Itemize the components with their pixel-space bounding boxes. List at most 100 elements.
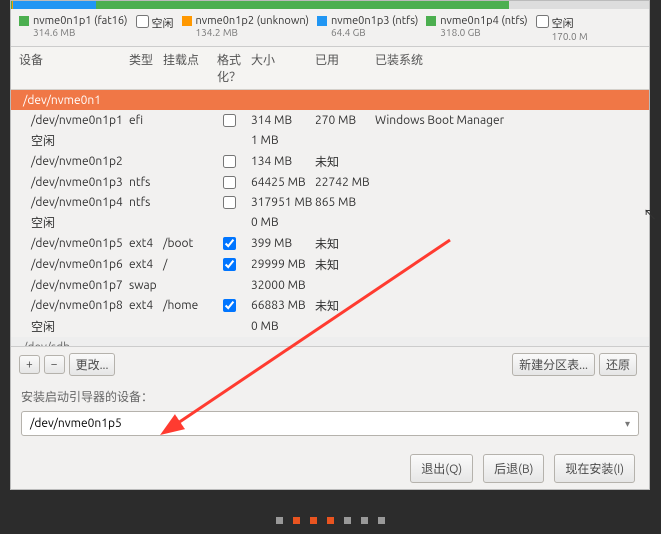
partition-legend: nvme0n1p1 (fat16)314.6 MB 空闲 nvme0n1p2 (un… [11, 9, 649, 46]
legend-free: 空闲170.0 M [536, 15, 588, 42]
cell-mount: / [163, 258, 207, 271]
table-row[interactable]: /dev/nvme0n1p3ntfs 64425 MB22742 MB [11, 172, 649, 192]
legend-item: nvme0n1p4 (ntfs)318.0 GB [426, 15, 527, 42]
cell-format [207, 114, 251, 127]
cell-format [207, 237, 251, 250]
legend-item: nvme0n1p1 (fat16)314.6 MB [19, 15, 128, 42]
header-type: 类型 [129, 51, 163, 85]
cell-used: 未知 [315, 256, 375, 273]
cell-device: /dev/nvme0n1p6 [19, 258, 129, 271]
format-checkbox[interactable] [223, 237, 236, 250]
cell-device: /dev/nvme0n1p8 [19, 299, 129, 312]
table-row[interactable]: /dev/nvme0n1 [11, 90, 649, 110]
cell-format [207, 196, 251, 209]
remove-partition-button[interactable]: − [44, 355, 65, 374]
format-checkbox[interactable] [223, 114, 236, 127]
install-now-button[interactable]: 现在安装(I) [554, 454, 635, 483]
cell-type: ext4 [129, 299, 163, 312]
header-device: 设备 [19, 51, 129, 85]
header-used: 已用 [315, 51, 375, 85]
cell-used: 270 MB [315, 114, 375, 127]
table-row[interactable]: /dev/nvme0n1p1efi314 MB270 MBWindows Boo… [11, 110, 649, 130]
table-row[interactable]: /dev/nvme0n1p4ntfs 317951 MB865 MB [11, 192, 649, 212]
table-row[interactable]: 空闲 0 MB [11, 212, 649, 233]
add-partition-button[interactable]: + [19, 355, 40, 374]
free-checkbox[interactable] [536, 15, 549, 28]
header-system: 已装系统 [375, 51, 641, 85]
dialog-footer: 退出(Q) 后退(B) 现在安装(I) [11, 446, 649, 491]
format-checkbox[interactable] [223, 196, 236, 209]
cell-device: /dev/nvme0n1p3 [19, 176, 129, 189]
cell-type: efi [129, 114, 163, 127]
new-partition-table-button[interactable]: 新建分区表... [512, 353, 595, 376]
table-row[interactable]: /dev/nvme0n1p7swap 32000 MB [11, 275, 649, 295]
cell-type: swap [129, 279, 163, 292]
header-size: 大小 [251, 51, 315, 85]
cell-device: 空闲 [19, 318, 129, 335]
header-mount: 挂载点 [163, 51, 207, 85]
cell-size: 1 MB [251, 134, 315, 147]
table-row[interactable]: /dev/nvme0n1p8ext4/home 66883 MB未知 [11, 295, 649, 316]
table-row[interactable]: /dev/nvme0n1p6ext4/29999 MB未知 [11, 254, 649, 275]
cell-size: 317951 MB [251, 196, 315, 209]
cell-size: 32000 MB [251, 279, 315, 292]
cell-system: Windows Boot Manager [375, 114, 641, 127]
cell-size: 64425 MB [251, 176, 315, 189]
cell-format [207, 176, 251, 189]
cell-size: 29999 MB [251, 258, 315, 271]
revert-button[interactable]: 还原 [599, 353, 637, 376]
cell-mount: /home [163, 299, 207, 312]
cell-type: ntfs [129, 176, 163, 189]
free-checkbox[interactable] [136, 15, 149, 28]
cell-size: 134 MB [251, 155, 315, 168]
cell-size: 0 MB [251, 216, 315, 229]
disk-usage-bar [11, 1, 649, 9]
table-row[interactable]: 空闲 1 MB [11, 130, 649, 151]
table-row[interactable]: /dev/sdb [11, 337, 649, 346]
cell-used: 未知 [315, 297, 375, 314]
legend-item: nvme0n1p2 (unknown)134.2 MB [182, 15, 309, 42]
chevron-down-icon: ▾ [625, 418, 630, 430]
cell-used: 未知 [315, 153, 375, 170]
partition-table: 设备 类型 挂载点 格式化？ 大小 已用 已装系统 /dev/nvme0n1/d… [11, 46, 649, 346]
back-button[interactable]: 后退(B) [483, 454, 544, 483]
legend-item: nvme0n1p3 (ntfs)64.4 GB [317, 15, 418, 42]
table-row[interactable]: 空闲 0 MB [11, 316, 649, 337]
cell-device: /dev/nvme0n1p7 [19, 279, 129, 292]
table-row[interactable]: /dev/nvme0n1p2 134 MB未知 [11, 151, 649, 172]
partition-toolbar: + − 更改... 新建分区表... 还原 [11, 346, 649, 382]
bootloader-label: 安装启动引导器的设备： [11, 382, 649, 407]
change-partition-button[interactable]: 更改... [69, 353, 116, 376]
format-checkbox[interactable] [223, 258, 236, 271]
legend-free: 空闲 [136, 15, 174, 42]
cell-device: /dev/nvme0n1 [19, 94, 129, 107]
cell-device: /dev/nvme0n1p4 [19, 196, 129, 209]
table-body[interactable]: /dev/nvme0n1/dev/nvme0n1p1efi314 MB270 M… [11, 90, 649, 346]
table-header: 设备 类型 挂载点 格式化？ 大小 已用 已装系统 [11, 47, 649, 90]
format-checkbox[interactable] [223, 299, 236, 312]
cell-format [207, 155, 251, 168]
format-checkbox[interactable] [223, 155, 236, 168]
cell-type: ext4 [129, 237, 163, 250]
cell-type: ntfs [129, 196, 163, 209]
cell-device: 空闲 [19, 132, 129, 149]
page-indicator [0, 517, 661, 524]
cell-size: 0 MB [251, 320, 315, 333]
cell-used: 865 MB [315, 196, 375, 209]
cell-used: 未知 [315, 235, 375, 252]
cell-device: /dev/sdb [19, 341, 129, 347]
cell-size: 314 MB [251, 114, 315, 127]
cell-mount: /boot [163, 237, 207, 250]
table-row[interactable]: /dev/nvme0n1p5ext4/boot 399 MB未知 [11, 233, 649, 254]
cell-device: /dev/nvme0n1p5 [19, 237, 129, 250]
cell-device: 空闲 [19, 214, 129, 231]
cell-used: 22742 MB [315, 176, 375, 189]
cell-size: 66883 MB [251, 299, 315, 312]
cell-size: 399 MB [251, 237, 315, 250]
cell-device: /dev/nvme0n1p2 [19, 155, 129, 168]
header-format: 格式化？ [207, 51, 251, 85]
bootloader-device-select[interactable]: /dev/nvme0n1p5 ▾ [21, 411, 639, 436]
quit-button[interactable]: 退出(Q) [410, 454, 473, 483]
installer-window: nvme0n1p1 (fat16)314.6 MB 空闲 nvme0n1p2 (un… [10, 0, 650, 490]
format-checkbox[interactable] [223, 176, 236, 189]
